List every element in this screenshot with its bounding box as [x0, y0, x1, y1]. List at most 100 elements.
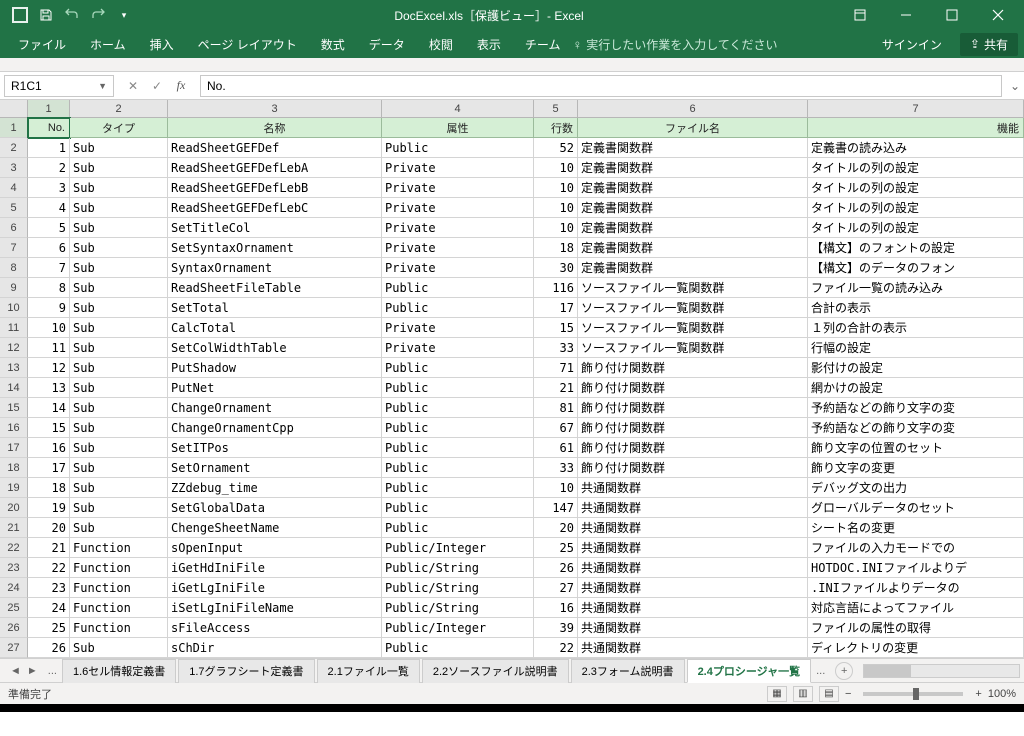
add-sheet-button[interactable]: + [835, 662, 853, 680]
cell[interactable]: 共通関数群 [578, 518, 808, 538]
cell[interactable]: 10 [534, 218, 578, 238]
cell[interactable]: Sub [70, 318, 168, 338]
cell[interactable]: 21 [28, 538, 70, 558]
cell[interactable]: Private [382, 318, 534, 338]
cell[interactable]: Sub [70, 338, 168, 358]
cell[interactable]: PutNet [168, 378, 382, 398]
tab-view[interactable]: 表示 [465, 30, 513, 58]
table-header-cell[interactable]: 名称 [168, 118, 382, 138]
cell[interactable]: Sub [70, 218, 168, 238]
qat-dropdown-icon[interactable]: ▾ [114, 5, 134, 25]
cell[interactable]: 網かけの設定 [808, 378, 1024, 398]
cell[interactable]: ReadSheetFileTable [168, 278, 382, 298]
cell[interactable]: 飾り付け関数群 [578, 438, 808, 458]
cell[interactable]: Private [382, 258, 534, 278]
cell[interactable]: 予約語などの飾り文字の変 [808, 398, 1024, 418]
cell[interactable]: ディレクトリの変更 [808, 638, 1024, 658]
cell[interactable]: タイトルの列の設定 [808, 178, 1024, 198]
name-box[interactable]: R1C1 ▼ [4, 75, 114, 97]
cell[interactable]: Sub [70, 418, 168, 438]
cell[interactable]: タイトルの列の設定 [808, 158, 1024, 178]
cell[interactable]: Public/String [382, 558, 534, 578]
cell[interactable]: タイトルの列の設定 [808, 198, 1024, 218]
cell[interactable]: 15 [28, 418, 70, 438]
cell[interactable]: 5 [28, 218, 70, 238]
sheet-tab[interactable]: 1.6セル情報定義書 [62, 659, 176, 683]
cell[interactable]: 67 [534, 418, 578, 438]
cell[interactable]: Private [382, 198, 534, 218]
cell[interactable]: Sub [70, 158, 168, 178]
cell[interactable]: 33 [534, 458, 578, 478]
cell[interactable]: 17 [534, 298, 578, 318]
tell-me-box[interactable]: ♀ 実行したい作業を入力してください [572, 36, 777, 53]
tab-file[interactable]: ファイル [6, 30, 78, 58]
cell[interactable]: SetTitleCol [168, 218, 382, 238]
cell[interactable]: 22 [534, 638, 578, 658]
cell[interactable]: ソースファイル一覧関数群 [578, 298, 808, 318]
cell[interactable]: Sub [70, 518, 168, 538]
tab-data[interactable]: データ [357, 30, 417, 58]
row-header[interactable]: 27 [0, 638, 28, 658]
cell[interactable]: Public [382, 418, 534, 438]
cell[interactable]: Sub [70, 478, 168, 498]
table-header-cell[interactable]: No. [28, 118, 70, 138]
cell[interactable]: 14 [28, 398, 70, 418]
sheet-tab[interactable]: 2.1ファイル一覧 [317, 659, 420, 683]
cell[interactable]: iSetLgIniFileName [168, 598, 382, 618]
cell[interactable]: Function [70, 618, 168, 638]
cell[interactable]: 8 [28, 278, 70, 298]
column-header[interactable]: 4 [382, 100, 534, 117]
cell[interactable]: SetColWidthTable [168, 338, 382, 358]
row-header[interactable]: 18 [0, 458, 28, 478]
cell[interactable]: 共通関数群 [578, 638, 808, 658]
cell[interactable]: 11 [28, 338, 70, 358]
cell[interactable]: Public [382, 438, 534, 458]
tab-review[interactable]: 校閲 [417, 30, 465, 58]
row-header[interactable]: 8 [0, 258, 28, 278]
redo-icon[interactable] [88, 5, 108, 25]
cell[interactable]: 3 [28, 178, 70, 198]
cell[interactable]: Sub [70, 638, 168, 658]
cell[interactable]: 定義書関数群 [578, 258, 808, 278]
cell[interactable]: Sub [70, 238, 168, 258]
cell[interactable]: 定義書関数群 [578, 138, 808, 158]
cell[interactable]: SetSyntaxOrnament [168, 238, 382, 258]
cell[interactable]: 予約語などの飾り文字の変 [808, 418, 1024, 438]
cell[interactable]: 19 [28, 498, 70, 518]
cell[interactable]: ソースファイル一覧関数群 [578, 318, 808, 338]
cell[interactable]: Function [70, 558, 168, 578]
cell[interactable]: SetTotal [168, 298, 382, 318]
cell[interactable]: 定義書関数群 [578, 238, 808, 258]
cell[interactable]: タイトルの列の設定 [808, 218, 1024, 238]
cell[interactable]: 定義書関数群 [578, 178, 808, 198]
cell[interactable]: １列の合計の表示 [808, 318, 1024, 338]
cell[interactable]: ソースファイル一覧関数群 [578, 338, 808, 358]
formula-expand-icon[interactable]: ⌄ [1006, 79, 1024, 93]
row-header[interactable]: 21 [0, 518, 28, 538]
row-header[interactable]: 10 [0, 298, 28, 318]
cell[interactable]: 18 [534, 238, 578, 258]
cell[interactable]: Public [382, 458, 534, 478]
cell[interactable]: SetGlobalData [168, 498, 382, 518]
cell[interactable]: 共通関数群 [578, 598, 808, 618]
cell[interactable]: 10 [534, 158, 578, 178]
table-header-cell[interactable]: タイプ [70, 118, 168, 138]
cell[interactable]: Public [382, 378, 534, 398]
tab-formulas[interactable]: 数式 [309, 30, 357, 58]
cell[interactable]: 26 [534, 558, 578, 578]
cell[interactable]: ChengeSheetName [168, 518, 382, 538]
table-header-cell[interactable]: 行数 [534, 118, 578, 138]
cell[interactable]: 定義書関数群 [578, 218, 808, 238]
cell[interactable]: Sub [70, 178, 168, 198]
cell[interactable]: SetOrnament [168, 458, 382, 478]
cell[interactable]: 【構文】のデータのフォン [808, 258, 1024, 278]
cell[interactable]: Private [382, 158, 534, 178]
cell[interactable]: 20 [28, 518, 70, 538]
cell[interactable]: Sub [70, 278, 168, 298]
cell[interactable]: ReadSheetGEFDefLebB [168, 178, 382, 198]
cell[interactable]: Public [382, 278, 534, 298]
sheet-nav-prev-icon[interactable]: ◄ [8, 665, 23, 677]
view-pagebreak-button[interactable]: ▤ [819, 686, 839, 702]
table-header-cell[interactable]: 属性 [382, 118, 534, 138]
cell[interactable]: ソースファイル一覧関数群 [578, 278, 808, 298]
